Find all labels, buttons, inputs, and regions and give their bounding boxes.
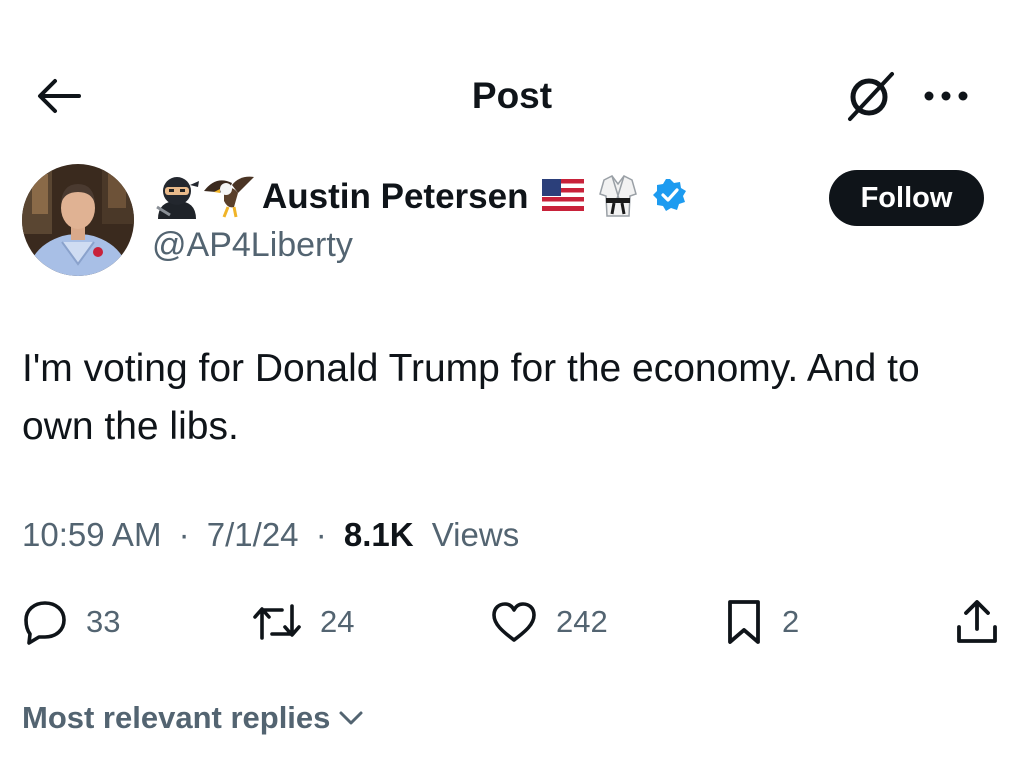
tweet-text: I'm voting for Donald Trump for the econ… bbox=[22, 347, 920, 448]
share-button[interactable] bbox=[954, 594, 1000, 650]
grok-icon bbox=[848, 72, 894, 121]
reply-count: 33 bbox=[86, 604, 121, 639]
share-icon bbox=[957, 600, 997, 643]
views-count[interactable]: 8.1K bbox=[344, 516, 414, 553]
heart-icon bbox=[492, 602, 536, 642]
tweet-meta: 10:59 AM · 7/1/24 · 8.1K Views bbox=[22, 516, 519, 554]
martial-arts-uniform-emoji bbox=[598, 172, 638, 223]
meta-separator: · bbox=[315, 516, 327, 553]
like-button[interactable]: 242 bbox=[490, 594, 608, 650]
top-bar: Post bbox=[0, 0, 1024, 150]
views-label: Views bbox=[431, 516, 520, 553]
ninja-emoji bbox=[152, 171, 202, 224]
tweet-time[interactable]: 10:59 AM bbox=[22, 516, 161, 553]
more-horizontal-icon bbox=[924, 91, 968, 101]
verified-badge-icon[interactable] bbox=[652, 177, 688, 218]
us-flag-emoji bbox=[542, 178, 585, 216]
replies-sort-label: Most relevant replies bbox=[22, 700, 331, 735]
reply-button[interactable]: 33 bbox=[22, 594, 120, 650]
follow-button[interactable]: Follow bbox=[829, 170, 984, 226]
author-name-row[interactable]: Austin Petersen bbox=[152, 172, 688, 222]
repost-button[interactable]: 24 bbox=[252, 594, 354, 650]
grok-button[interactable] bbox=[840, 68, 900, 124]
replies-sort-dropdown[interactable]: Most relevant replies bbox=[22, 700, 364, 736]
like-count: 242 bbox=[556, 604, 608, 639]
bookmark-count: 2 bbox=[782, 604, 800, 639]
chevron-down-icon bbox=[339, 711, 363, 725]
meta-separator: · bbox=[178, 516, 190, 553]
author-display-name: Austin Petersen bbox=[262, 177, 529, 216]
post-page: Post Austin Petersen @AP4Liberty Follow … bbox=[0, 0, 1024, 770]
avatar[interactable] bbox=[22, 164, 134, 276]
repost-icon bbox=[253, 604, 301, 640]
bookmark-icon bbox=[728, 600, 760, 644]
repost-count: 24 bbox=[320, 604, 355, 639]
eagle-emoji bbox=[202, 171, 256, 224]
tweet-date[interactable]: 7/1/24 bbox=[207, 516, 299, 553]
reply-icon bbox=[24, 601, 66, 645]
more-options-button[interactable] bbox=[918, 76, 974, 116]
author-handle[interactable]: @AP4Liberty bbox=[152, 226, 353, 265]
bookmark-button[interactable]: 2 bbox=[724, 594, 799, 650]
